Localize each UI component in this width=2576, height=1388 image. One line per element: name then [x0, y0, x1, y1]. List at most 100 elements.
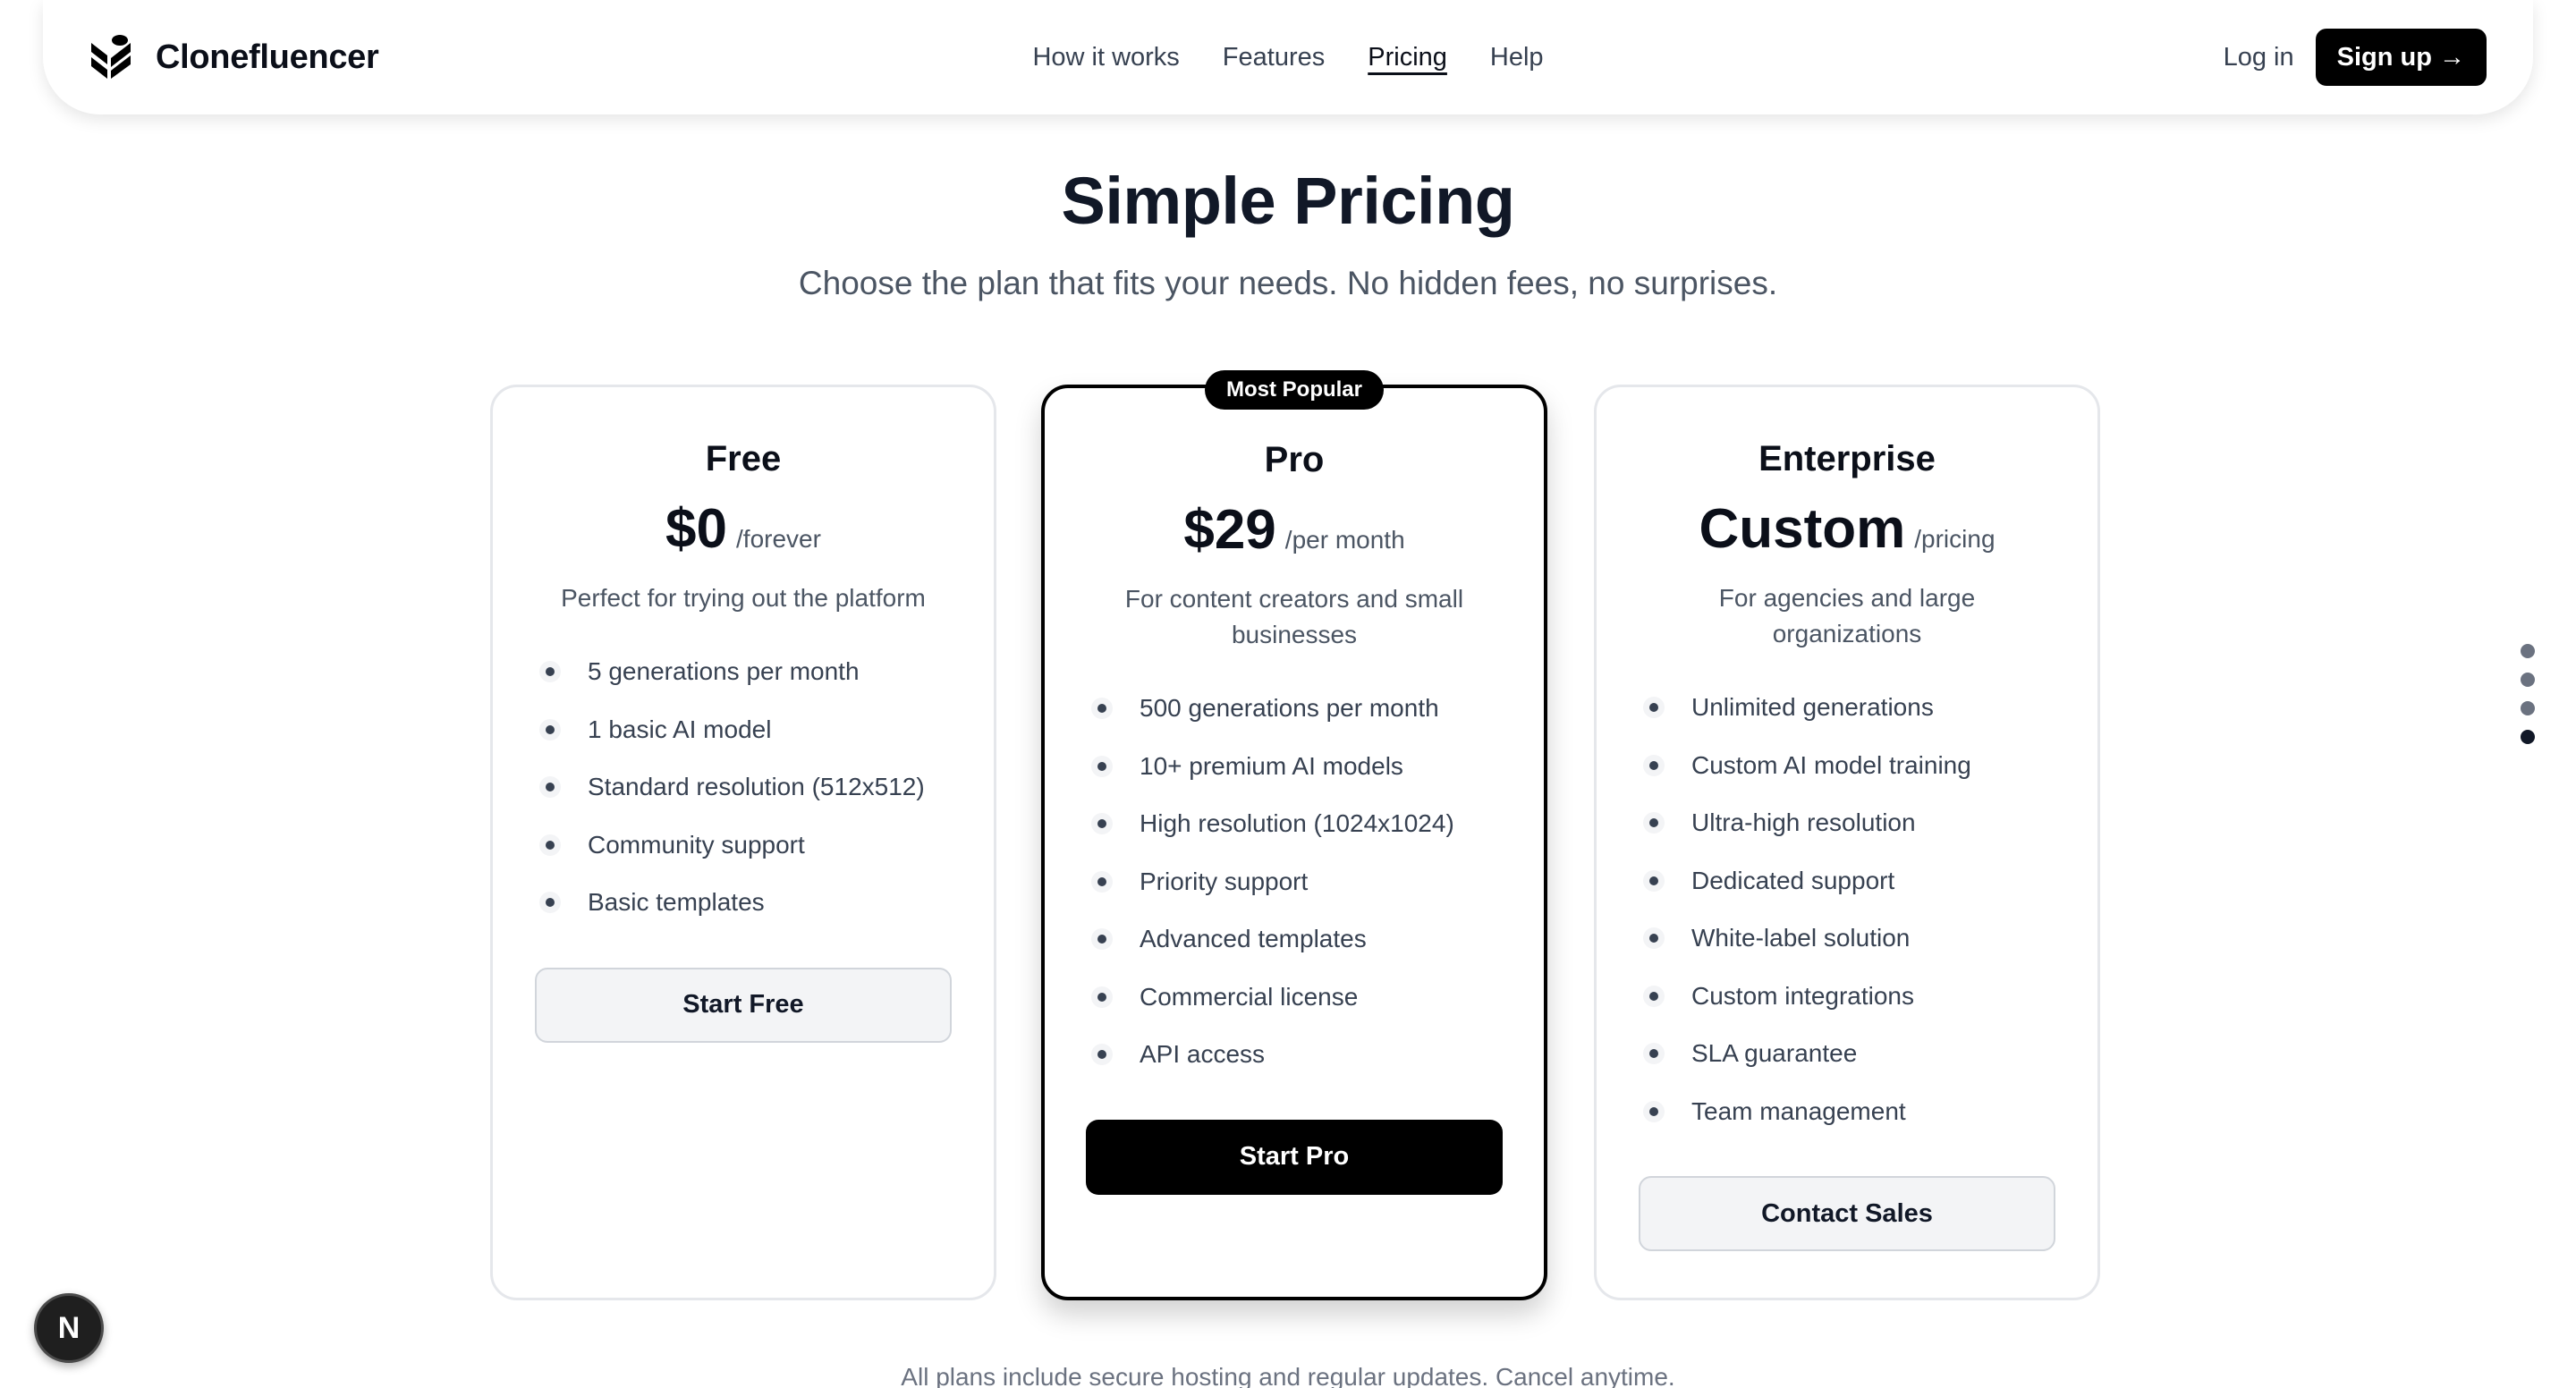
feature-item: Commercial license: [1091, 969, 1544, 1027]
section-dot-active[interactable]: [2521, 730, 2535, 744]
bullet-icon: [1091, 986, 1113, 1008]
pricing-page: Clonefluencer How it works Features Pric…: [0, 0, 2576, 1388]
price-row: $0 /forever: [493, 497, 994, 561]
feature-item: SLA guarantee: [1643, 1025, 2097, 1083]
brand-name: Clonefluencer: [156, 38, 379, 76]
clonefluencer-logo-icon: [91, 35, 131, 79]
page-subtitle: Choose the plan that fits your needs. No…: [798, 265, 1778, 301]
feature-item: Dedicated support: [1643, 852, 2097, 910]
feature-item: Custom integrations: [1643, 968, 2097, 1026]
main-nav: How it works Features Pricing Help: [1032, 0, 1543, 114]
feature-text: Priority support: [1140, 867, 1309, 895]
feature-item: Priority support: [1091, 853, 1544, 911]
feature-list: 5 generations per month 1 basic AI model…: [539, 643, 994, 932]
nav-actions: Log in Sign up →: [2224, 29, 2487, 86]
feature-list: 500 generations per month 10+ premium AI…: [1091, 680, 1544, 1084]
bullet-icon: [1091, 1044, 1113, 1066]
feature-text: 10+ premium AI models: [1140, 751, 1403, 780]
bullet-icon: [1643, 1100, 1665, 1122]
navbar: Clonefluencer How it works Features Pric…: [43, 0, 2533, 114]
plan-name: Pro: [1264, 440, 1325, 479]
feature-item: API access: [1091, 1026, 1544, 1084]
bullet-icon: [539, 834, 561, 856]
feature-item: Ultra-high resolution: [1643, 794, 2097, 852]
price-row: Custom /pricing: [1597, 497, 2097, 561]
nav-help[interactable]: Help: [1490, 43, 1544, 72]
plan-description: For content creators and small businesse…: [1124, 585, 1464, 648]
feature-item: 5 generations per month: [539, 643, 994, 701]
feature-list: Unlimited generations Custom AI model tr…: [1643, 679, 2097, 1140]
start-free-button[interactable]: Start Free: [535, 967, 952, 1043]
bullet-icon: [1643, 1043, 1665, 1065]
plan-card-free: Free $0 /forever Perfect for trying out …: [490, 385, 996, 1300]
feature-item: Unlimited generations: [1643, 679, 2097, 737]
nav-pricing[interactable]: Pricing: [1368, 43, 1447, 72]
bullet-icon: [1643, 754, 1665, 776]
feature-item: Advanced templates: [1091, 910, 1544, 969]
feature-text: Commercial license: [1140, 982, 1359, 1011]
bullet-icon: [1091, 698, 1113, 720]
bullet-icon: [1091, 928, 1113, 951]
plan-period: /per month: [1284, 526, 1405, 554]
bullet-icon: [539, 892, 561, 914]
feature-item: Standard resolution (512x512): [539, 758, 994, 817]
feature-text: Advanced templates: [1140, 925, 1367, 953]
bullet-icon: [1643, 869, 1665, 892]
section-dots-nav: [2521, 644, 2535, 744]
plan-name: Enterprise: [1758, 439, 1936, 478]
bullet-icon: [1091, 755, 1113, 777]
signup-button[interactable]: Sign up →: [2315, 29, 2487, 86]
feature-text: API access: [1140, 1040, 1266, 1069]
section-dot[interactable]: [2521, 701, 2535, 715]
feature-text: Ultra-high resolution: [1691, 808, 1916, 837]
feature-text: High resolution (1024x1024): [1140, 809, 1454, 838]
bullet-icon: [1643, 812, 1665, 834]
badge-letter: N: [57, 1310, 80, 1345]
feature-item: 1 basic AI model: [539, 701, 994, 759]
feature-item: 500 generations per month: [1091, 680, 1544, 738]
plan-price: Custom: [1699, 498, 1906, 560]
bullet-icon: [1091, 870, 1113, 893]
feature-item: Custom AI model training: [1643, 737, 2097, 795]
section-dot[interactable]: [2521, 673, 2535, 687]
feature-text: Custom integrations: [1691, 981, 1915, 1010]
feature-text: 1 basic AI model: [588, 715, 772, 743]
feature-text: SLA guarantee: [1691, 1039, 1858, 1068]
feature-item: High resolution (1024x1024): [1091, 795, 1544, 853]
contact-sales-button[interactable]: Contact Sales: [1639, 1176, 2055, 1251]
nav-how-it-works[interactable]: How it works: [1032, 43, 1179, 72]
feature-text: 5 generations per month: [588, 657, 860, 686]
bullet-icon: [539, 776, 561, 799]
plan-price: $29: [1183, 499, 1276, 561]
feature-text: Community support: [588, 830, 805, 859]
plan-description: For agencies and large organizations: [1718, 584, 1976, 647]
feature-text: Standard resolution (512x512): [588, 773, 925, 801]
bullet-icon: [539, 718, 561, 741]
bullet-icon: [1643, 927, 1665, 950]
feature-text: White-label solution: [1691, 924, 1911, 952]
brand[interactable]: Clonefluencer: [89, 34, 379, 80]
feature-text: Dedicated support: [1691, 866, 1895, 894]
section-dot[interactable]: [2521, 644, 2535, 658]
most-popular-badge: Most Popular: [1204, 370, 1385, 410]
plan-price: $0: [665, 498, 728, 560]
feature-text: Team management: [1691, 1096, 1906, 1125]
login-link[interactable]: Log in: [2224, 43, 2294, 72]
nav-features[interactable]: Features: [1223, 43, 1325, 72]
bullet-icon: [1643, 985, 1665, 1007]
feature-item: White-label solution: [1643, 910, 2097, 968]
feature-item: 10+ premium AI models: [1091, 738, 1544, 796]
bullet-icon: [539, 661, 561, 683]
price-row: $29 /per month: [1045, 498, 1544, 562]
plan-name: Free: [705, 439, 782, 478]
start-pro-button[interactable]: Start Pro: [1086, 1119, 1503, 1195]
feature-item: Team management: [1643, 1083, 2097, 1141]
feature-text: Custom AI model training: [1691, 750, 1971, 779]
feature-item: Basic templates: [539, 874, 994, 932]
page-title: Simple Pricing: [1061, 164, 1515, 238]
nextjs-badge-icon[interactable]: N: [34, 1293, 104, 1363]
feature-item: Community support: [539, 817, 994, 875]
plan-card-pro: Most Popular Pro $29 /per month For cont…: [1041, 370, 1547, 1300]
feature-text: 500 generations per month: [1140, 694, 1439, 723]
bullet-icon: [1091, 813, 1113, 835]
